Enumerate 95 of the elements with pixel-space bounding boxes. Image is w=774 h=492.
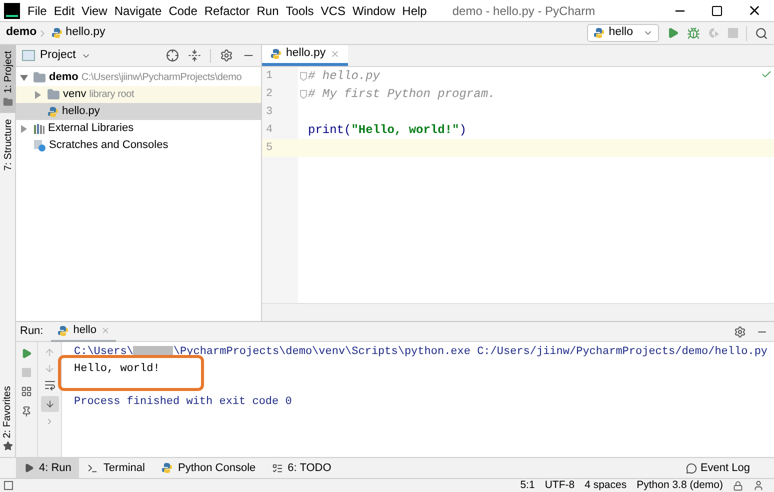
favorites-tab[interactable]: 2: Favorites: [0, 386, 15, 438]
check-icon: [761, 69, 772, 80]
collapsed-arrow-icon[interactable]: [34, 90, 42, 98]
menu-item[interactable]: File: [24, 2, 50, 20]
bug-icon[interactable]: [687, 26, 700, 40]
console-text: C:\Users\: [74, 344, 134, 360]
status-item[interactable]: UTF-8: [544, 478, 575, 492]
status-item[interactable]: 5:1: [520, 478, 535, 492]
tool-window-tab[interactable]: Terminal: [79, 458, 153, 478]
status-item[interactable]: 4 spaces: [584, 478, 627, 492]
expanded-arrow-icon[interactable]: [20, 74, 28, 82]
star-icon: [2, 441, 12, 451]
console-output: Hello, world!: [74, 362, 160, 377]
panel-title[interactable]: Project: [40, 46, 76, 64]
breadcrumb-item[interactable]: demo: [6, 24, 37, 42]
play-icon: [24, 463, 34, 473]
line-number: 2: [262, 85, 298, 103]
scratches-icon: [33, 139, 46, 152]
tree-item-note: library root: [89, 88, 134, 102]
line-number: 4: [262, 121, 298, 139]
side-tab[interactable]: 1: Project: [0, 45, 16, 114]
lock-icon[interactable]: [733, 480, 743, 490]
menu-item[interactable]: Edit: [50, 2, 78, 20]
editor-tab[interactable]: hello.py: [262, 45, 348, 66]
breadcrumb-item[interactable]: hello.py: [66, 24, 106, 42]
tree-item-name: venv: [63, 87, 86, 102]
tool-windows-icon[interactable]: [4, 480, 14, 490]
event-log-button[interactable]: Event Log: [686, 460, 750, 476]
line-number: 3: [262, 103, 298, 121]
tree-item-name: External Libraries: [48, 121, 134, 136]
search-icon[interactable]: [755, 26, 768, 40]
close-icon[interactable]: [747, 3, 762, 18]
maximize-icon[interactable]: [711, 4, 723, 16]
status-item[interactable]: Python 3.8 (demo): [636, 478, 723, 492]
line-number: 1: [262, 67, 298, 85]
menu-item[interactable]: Code: [165, 2, 201, 20]
python-file-icon: [47, 106, 59, 118]
panel-icon: [22, 50, 35, 61]
side-tab[interactable]: 7: Structure: [0, 113, 16, 177]
speech-bubble-icon: [686, 462, 698, 474]
window-title: demo - hello.py - PyCharm: [452, 2, 596, 20]
soft-wrap-icon[interactable]: [44, 379, 56, 391]
terminal-icon: [87, 462, 98, 474]
python-icon: [57, 324, 70, 336]
settings-icon[interactable]: [220, 49, 233, 62]
python-icon: [161, 462, 173, 474]
run-config-dropdown[interactable]: hello: [586, 24, 659, 42]
tree-item[interactable]: Scratches and Consoles: [16, 137, 261, 154]
menu-item[interactable]: Run: [253, 2, 282, 20]
folder-icon: [33, 71, 46, 84]
run-tab[interactable]: hello: [51, 322, 116, 342]
tree-item[interactable]: demo C:\Users\jiinw\PycharmProjects\demo: [16, 69, 261, 86]
python-icon: [592, 27, 605, 39]
code-text: # hello.py: [308, 68, 380, 85]
tool-window-tab[interactable]: 4: Run: [16, 458, 80, 478]
tree-item[interactable]: venv library root: [16, 86, 261, 103]
menu-item[interactable]: Refactor: [200, 2, 254, 20]
tool-window-tab[interactable]: Python Console: [153, 458, 264, 478]
pin-icon[interactable]: [21, 406, 32, 417]
python-file-icon: [50, 27, 63, 39]
run-icon[interactable]: [667, 27, 679, 39]
console-text: \PycharmProjects\demo\venv\Scripts\python.exe C:/Users/jiinw/PycharmProjects/demo/hello.py: [173, 344, 768, 360]
console-text: Process finished with exit code 0: [74, 394, 292, 410]
menu-item[interactable]: VCS: [317, 2, 349, 20]
app-logo: [4, 2, 20, 18]
down-arrow-icon: [44, 399, 54, 409]
locate-icon[interactable]: [166, 49, 179, 62]
settings-icon[interactable]: [734, 326, 746, 338]
collapse-all-icon[interactable]: [188, 49, 201, 62]
code-text: # My first Python program.: [308, 86, 496, 103]
menu-item[interactable]: Tools: [282, 2, 318, 20]
line-number: 5: [265, 140, 274, 156]
folder-icon: [47, 88, 60, 101]
run-icon[interactable]: [21, 348, 32, 359]
run-label: Run:: [20, 324, 44, 340]
menu-item[interactable]: Help: [398, 2, 430, 20]
tree-item[interactable]: hello.py: [16, 103, 261, 120]
python-file-icon: [270, 48, 282, 60]
tool-window-tab[interactable]: 6: TODO: [264, 458, 340, 478]
layout-icon[interactable]: [21, 386, 32, 397]
tree-item[interactable]: External Libraries: [16, 120, 261, 137]
tree-item-name: hello.py: [62, 104, 100, 120]
list-icon: [272, 462, 283, 474]
tree-item-name: demo: [49, 70, 78, 86]
tree-item-name: Scratches and Consoles: [49, 138, 168, 154]
folder-icon: [3, 97, 13, 108]
person-icon[interactable]: [753, 480, 764, 491]
collapsed-arrow-icon[interactable]: [20, 124, 28, 132]
menu-item[interactable]: View: [78, 2, 111, 20]
scroll-to-end-button[interactable]: [40, 396, 58, 412]
menu-item[interactable]: Window: [348, 2, 399, 20]
menu-item[interactable]: Navigate: [110, 2, 166, 20]
tree-item-note: C:\Users\jiinw\PycharmProjects\demo: [81, 71, 242, 85]
libraries-icon: [33, 122, 45, 134]
code-text: print("Hello, world!"): [308, 122, 466, 139]
